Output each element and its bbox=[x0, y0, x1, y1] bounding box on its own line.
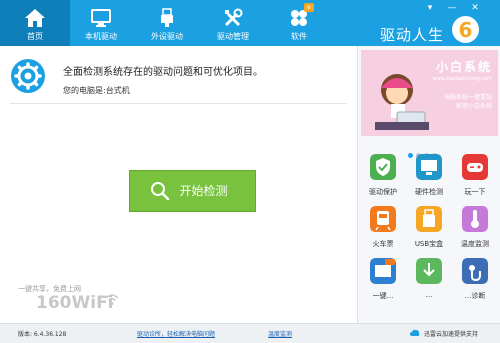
wifi-icon bbox=[105, 294, 119, 305]
shield-check-icon bbox=[370, 154, 396, 180]
diagnose-icon bbox=[462, 258, 488, 284]
close-button[interactable]: ✕ bbox=[468, 2, 482, 14]
tool-driver-protect[interactable]: 驱动保护 bbox=[360, 154, 406, 208]
tool-label: 温度监测 bbox=[461, 240, 489, 248]
page-headline: 全面检测系统存在的驱动问题和可优化项目。 bbox=[63, 67, 263, 78]
svg-text:6: 6 bbox=[459, 18, 473, 42]
tool-label: 一键... bbox=[372, 292, 394, 300]
banner-line1: 电脑系统一键重装 bbox=[443, 94, 492, 101]
tool-game[interactable]: 玩一下 bbox=[452, 154, 498, 208]
tab-peripheral-driver[interactable]: 外设驱动 bbox=[132, 0, 202, 46]
tab-home-label: 首页 bbox=[27, 32, 43, 41]
home-icon bbox=[25, 9, 45, 27]
usb-box-icon bbox=[416, 206, 442, 232]
brand-six-icon: 6 bbox=[459, 18, 473, 42]
tool-usb-box[interactable]: USB宝盒 bbox=[406, 206, 452, 260]
magnifier-icon bbox=[151, 182, 170, 201]
monitor-check-icon bbox=[416, 154, 442, 180]
wifi-logo[interactable]: 160WiFi bbox=[36, 293, 114, 313]
tool-label: 火车票 bbox=[372, 240, 394, 248]
brand-name: 驱动人生 bbox=[380, 26, 445, 44]
cloud-icon bbox=[410, 329, 420, 336]
banner-pager bbox=[408, 143, 448, 158]
tool-temperature[interactable]: 温度监测 bbox=[452, 206, 498, 260]
start-scan-button[interactable]: 开始检测 bbox=[129, 170, 256, 212]
tool-train-ticket[interactable]: 火车票 bbox=[360, 206, 406, 260]
status-bar: 版本: 6.4.36.128 驱动诊所，轻松解决电脑问题 温度监测 迅雷云加速提… bbox=[0, 323, 500, 343]
gear-icon bbox=[11, 59, 45, 93]
tool-label: ... bbox=[425, 291, 433, 299]
tool-diagnose[interactable]: ...诊断 bbox=[452, 258, 498, 312]
tool-label: ...诊断 bbox=[464, 292, 486, 300]
divider bbox=[10, 103, 347, 104]
tab-driver-management-label: 驱动管理 bbox=[217, 32, 249, 41]
tab-software-label: 软件 bbox=[291, 32, 307, 41]
tab-driver-management[interactable]: 驱动管理 bbox=[198, 0, 268, 46]
banner-title: 小白系统 bbox=[435, 60, 492, 74]
tab-peripheral-driver-label: 外设驱动 bbox=[151, 32, 183, 41]
tool-hardware-check[interactable]: 硬件检测 bbox=[406, 154, 452, 208]
promo-banner[interactable]: 小白系统 www.xiaobaixitong.com 电脑系统一键重装 就用小白… bbox=[361, 50, 498, 136]
side-panel: 小白系统 www.xiaobaixitong.com 电脑系统一键重装 就用小白… bbox=[357, 46, 500, 323]
tool-label: 玩一下 bbox=[464, 188, 486, 196]
provider-text: 迅雷云加速提供支持 bbox=[424, 331, 479, 338]
gamepad-icon bbox=[462, 154, 488, 180]
tool-one-click[interactable]: 一键... bbox=[360, 258, 406, 312]
banner-url: www.xiaobaixitong.com bbox=[432, 76, 492, 82]
driver-clinic-link[interactable]: 驱动诊所，轻松解决电脑问题 bbox=[137, 329, 215, 338]
pc-type-info: 您的电脑是:台式机 bbox=[63, 86, 130, 95]
main-panel: 全面检测系统存在的驱动问题和可优化项目。 您的电脑是:台式机 开始检测 一键共享… bbox=[0, 46, 357, 323]
cartoon-girl-image bbox=[375, 74, 429, 130]
usb-icon bbox=[161, 8, 173, 27]
hot-icon bbox=[370, 258, 396, 284]
download-icon bbox=[416, 258, 442, 284]
tool-download[interactable]: ... bbox=[406, 258, 452, 312]
banner-line2: 就用小白系统 bbox=[455, 103, 492, 110]
thermometer-icon bbox=[462, 206, 488, 232]
software-badge: e bbox=[304, 3, 314, 12]
tool-label: 驱动保护 bbox=[369, 188, 397, 196]
tools-icon bbox=[224, 8, 243, 27]
temperature-link[interactable]: 温度监测 bbox=[268, 329, 292, 338]
menu-dropdown-button[interactable]: ▾ bbox=[423, 2, 437, 14]
train-icon bbox=[370, 206, 396, 232]
monitor-icon bbox=[91, 9, 111, 27]
tab-home[interactable]: 首页 bbox=[0, 0, 70, 46]
minimize-button[interactable]: — bbox=[445, 2, 459, 14]
brand-logo: 6 bbox=[452, 16, 479, 43]
tool-label: 硬件检测 bbox=[415, 188, 443, 196]
version-text: 版本: 6.4.36.128 bbox=[18, 331, 67, 338]
tab-software[interactable]: e 软件 bbox=[264, 0, 334, 46]
top-bar: 首页 本机驱动 外设驱动 驱动管理 e 软件 ▾ — ✕ 驱动人生 6 bbox=[0, 0, 500, 46]
tab-local-driver-label: 本机驱动 bbox=[85, 32, 117, 41]
tab-local-driver[interactable]: 本机驱动 bbox=[66, 0, 136, 46]
tool-label: USB宝盒 bbox=[414, 240, 444, 248]
